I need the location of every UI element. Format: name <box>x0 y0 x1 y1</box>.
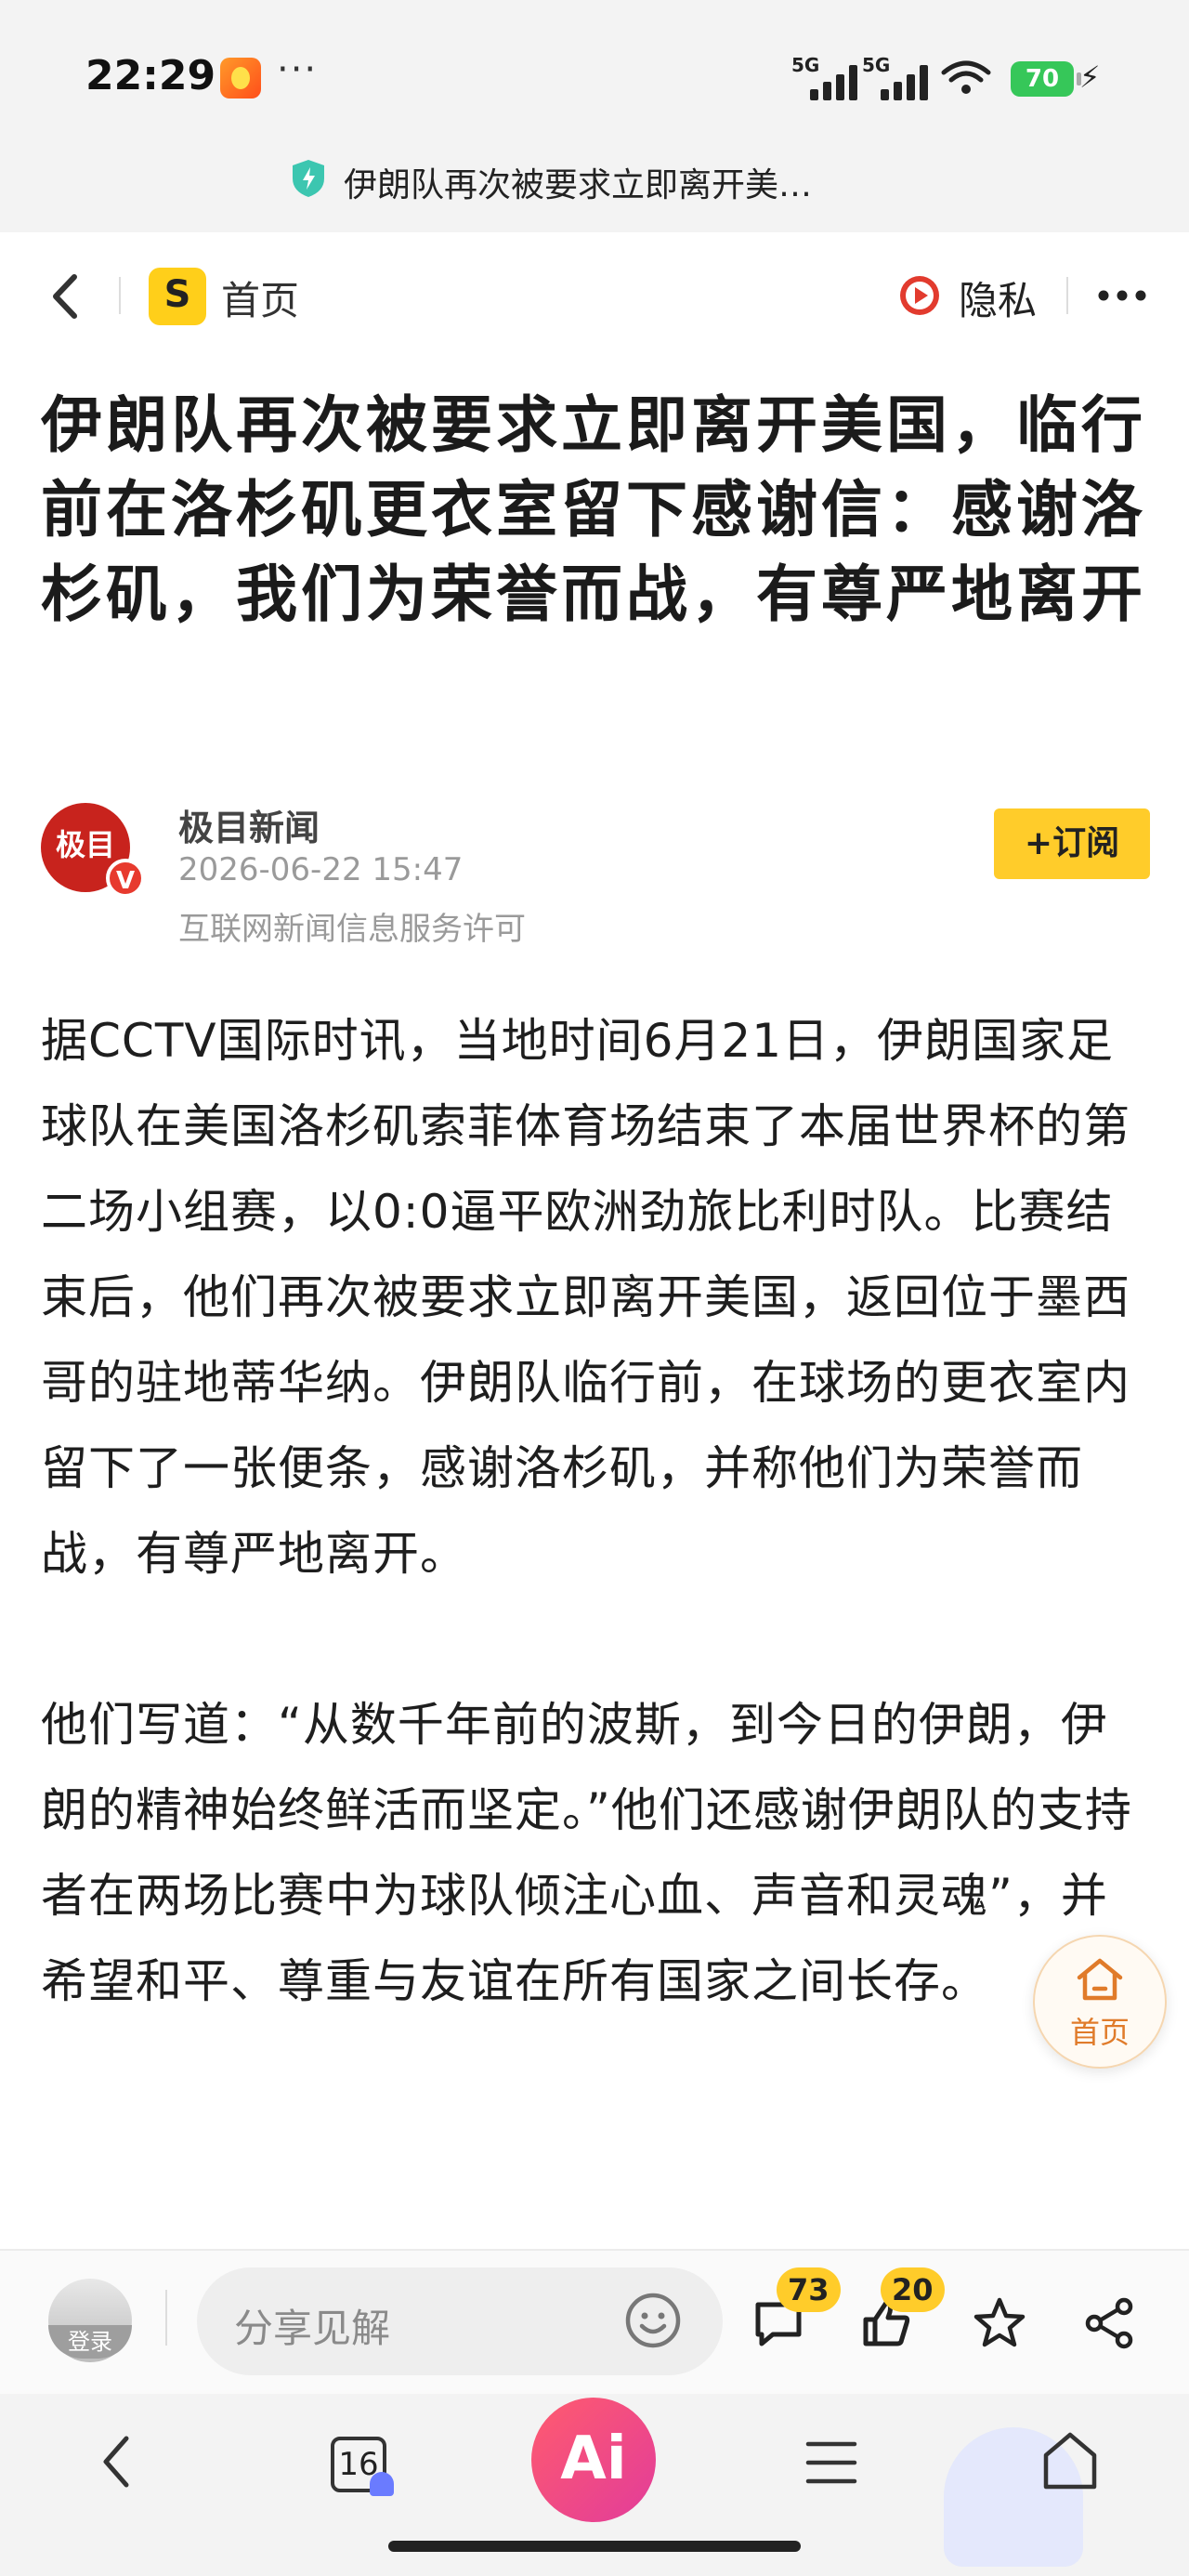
comment-divider <box>165 2290 167 2346</box>
app-notification-icon <box>220 58 261 99</box>
article-title: 伊朗队再次被要求立即离开美国，临行前在洛杉矶更衣室留下感谢信：感谢洛杉矶，我们为… <box>41 389 1146 630</box>
browser-back-icon[interactable] <box>93 2429 139 2494</box>
license-link[interactable]: 互联网新闻信息服务许可 <box>178 903 526 949</box>
comment-placeholder[interactable]: 分享见解 <box>234 2297 390 2354</box>
ai-assistant-button[interactable]: Ai <box>531 2398 656 2522</box>
floating-home-label: 首页 <box>1069 2015 1130 2050</box>
status-time: 22:29 <box>85 52 216 99</box>
back-icon[interactable] <box>45 271 85 322</box>
browser-home-icon[interactable] <box>1040 2429 1100 2494</box>
star-icon[interactable] <box>972 2295 1027 2351</box>
share-icon[interactable] <box>1081 2295 1137 2351</box>
home-indicator[interactable] <box>388 2541 801 2552</box>
home-link[interactable]: 首页 <box>221 269 299 326</box>
home-icon <box>1077 1958 1123 2001</box>
emoji-icon[interactable] <box>624 2292 682 2349</box>
app-logo[interactable]: S <box>149 268 206 325</box>
more-options-icon[interactable] <box>1094 279 1150 312</box>
incognito-icon <box>370 2472 394 2496</box>
floating-home-button[interactable]: 首页 <box>1033 1935 1167 2069</box>
page-title[interactable]: 伊朗队再次被要求立即离开美… <box>344 158 812 206</box>
article-paragraph: 据CCTV国际时讯，当地时间6月21日，伊朗国家足球队在美国洛杉矶索菲体育场结束… <box>41 1014 1130 1581</box>
menu-icon[interactable] <box>804 2437 858 2489</box>
nav-divider <box>119 277 121 314</box>
comment-count-badge: 73 <box>777 2267 841 2312</box>
signal-icon-2: 5G <box>862 54 933 100</box>
verified-badge: V <box>106 859 145 898</box>
more-notifications-icon: ··· <box>277 48 319 91</box>
battery-indicator: 70 <box>1011 61 1081 97</box>
charging-icon: ⚡ <box>1079 59 1101 95</box>
article-body: 据CCTV国际时讯，当地时间6月21日，伊朗国家足球队在美国洛杉矶索菲体育场结束… <box>41 998 1154 2024</box>
source-name[interactable]: 极目新闻 <box>178 799 320 850</box>
like-count-badge: 20 <box>881 2267 945 2312</box>
publish-date: 2026-06-22 15:47 <box>178 851 464 888</box>
article-paragraph: 他们写道：“从数千年前的波斯，到今日的伊朗，伊朗的精神始终鲜活而坚定。”他们还感… <box>41 1698 1132 2008</box>
subscribe-button[interactable]: +订阅 <box>994 808 1150 879</box>
wifi-icon <box>941 60 991 94</box>
privacy-label: 隐私 <box>959 278 1038 323</box>
signal-icon: 5G <box>791 54 862 100</box>
play-icon <box>900 276 939 315</box>
shield-icon <box>293 160 324 197</box>
nav-divider-2 <box>1066 277 1068 314</box>
